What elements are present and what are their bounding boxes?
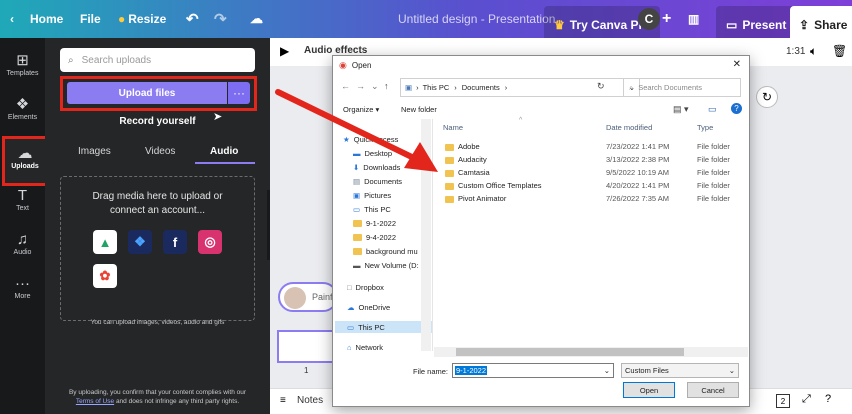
arrow-shaft — [275, 89, 421, 163]
annotation-arrow — [275, 89, 438, 172]
